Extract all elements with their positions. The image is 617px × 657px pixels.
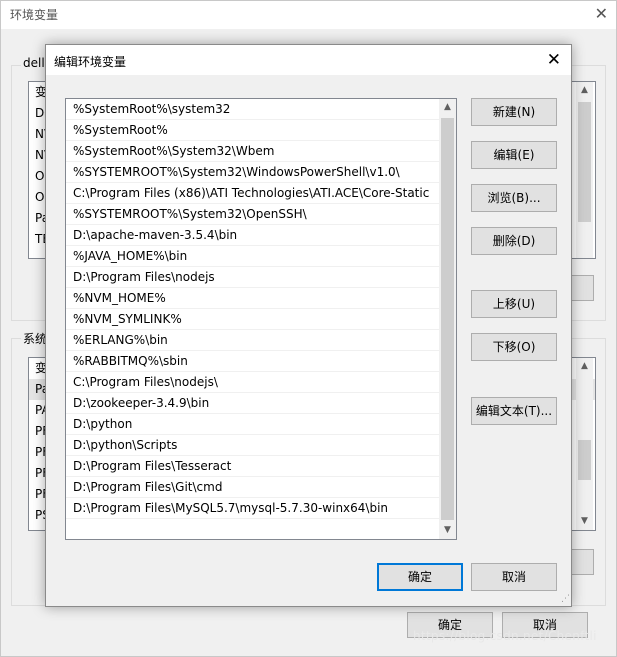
move-down-button[interactable]: 下移(O) <box>471 333 557 361</box>
edit-button[interactable]: 编辑(E) <box>471 141 557 169</box>
edit-environment-variable-dialog: 编辑环境变量 ✕ %SystemRoot%\system32 %SystemRoo… <box>45 44 572 607</box>
path-list-item[interactable]: %SystemRoot% <box>66 120 439 141</box>
user-variables-label: dell <box>21 56 47 70</box>
path-list-item[interactable]: %NVM_SYMLINK% <box>66 309 439 330</box>
path-list-item[interactable]: %RABBITMQ%\sbin <box>66 351 439 372</box>
path-list[interactable]: %SystemRoot%\system32 %SystemRoot% %System… <box>65 98 457 540</box>
ok-button[interactable]: 确定 <box>377 563 463 591</box>
edit-text-button[interactable]: 编辑文本(T)... <box>471 397 557 425</box>
resize-grip-icon[interactable]: ⋰ <box>558 593 570 605</box>
path-list-item[interactable]: D:\python <box>66 414 439 435</box>
path-rows: %SystemRoot%\system32 %SystemRoot% %System… <box>66 99 439 519</box>
path-list-item[interactable]: D:\Program Files\nodejs <box>66 267 439 288</box>
scroll-up-icon[interactable]: ▲ <box>576 82 593 99</box>
new-button[interactable]: 新建(N) <box>471 98 557 126</box>
dialog-titlebar: 编辑环境变量 ✕ <box>46 45 571 75</box>
scroll-up-icon[interactable]: ▲ <box>439 99 456 116</box>
watermark-text: https://blog.csdn.net/Chenftli <box>413 629 597 643</box>
scroll-thumb[interactable] <box>441 118 454 520</box>
scroll-up-icon[interactable]: ▲ <box>576 358 593 375</box>
path-list-item[interactable]: %NVM_HOME% <box>66 288 439 309</box>
user-delete-button-partial[interactable] <box>571 275 594 301</box>
close-icon[interactable]: ✕ <box>547 50 561 70</box>
path-list-item[interactable]: %SystemRoot%\system32 <box>66 99 439 120</box>
delete-button[interactable]: 删除(D) <box>471 227 557 255</box>
path-list-item[interactable]: D:\zookeeper-3.4.9\bin <box>66 393 439 414</box>
scroll-thumb[interactable] <box>578 440 591 480</box>
move-up-button[interactable]: 上移(U) <box>471 290 557 318</box>
dialog-title: 编辑环境变量 <box>54 55 127 69</box>
path-list-item[interactable]: %ERLANG%\bin <box>66 330 439 351</box>
bg-window-title: 环境变量 <box>10 8 59 22</box>
bg-titlebar: 环境变量 ✕ <box>1 1 616 29</box>
system-delete-button-partial[interactable] <box>571 549 594 575</box>
path-list-item[interactable]: %JAVA_HOME%\bin <box>66 246 439 267</box>
user-variables-scrollbar[interactable]: ▲ <box>576 82 593 258</box>
path-list-item[interactable]: D:\python\Scripts <box>66 435 439 456</box>
scroll-thumb[interactable] <box>578 102 591 222</box>
cancel-button[interactable]: 取消 <box>471 563 557 591</box>
bg-close-icon[interactable]: ✕ <box>595 4 608 24</box>
path-list-item[interactable]: %SYSTEMROOT%\System32\OpenSSH\ <box>66 204 439 225</box>
path-list-item[interactable]: D:\apache-maven-3.5.4\bin <box>66 225 439 246</box>
path-list-item[interactable]: C:\Program Files\nodejs\ <box>66 372 439 393</box>
path-list-item[interactable]: %SYSTEMROOT%\System32\WindowsPowerShell\… <box>66 162 439 183</box>
path-list-item[interactable]: D:\Program Files\Tesseract <box>66 456 439 477</box>
path-list-item[interactable]: D:\Program Files\MySQL5.7\mysql-5.7.30-w… <box>66 498 439 519</box>
scroll-down-icon[interactable]: ▼ <box>439 522 456 539</box>
path-list-item[interactable]: D:\Program Files\Git\cmd <box>66 477 439 498</box>
path-list-scrollbar[interactable]: ▲ ▼ <box>439 99 456 539</box>
browse-button[interactable]: 浏览(B)... <box>471 184 557 212</box>
path-list-item[interactable]: C:\Program Files (x86)\ATI Technologies\… <box>66 183 439 204</box>
system-variables-scrollbar[interactable]: ▲ ▼ <box>576 358 593 530</box>
scroll-down-icon[interactable]: ▼ <box>576 513 593 530</box>
path-list-item[interactable]: %SystemRoot%\System32\Wbem <box>66 141 439 162</box>
